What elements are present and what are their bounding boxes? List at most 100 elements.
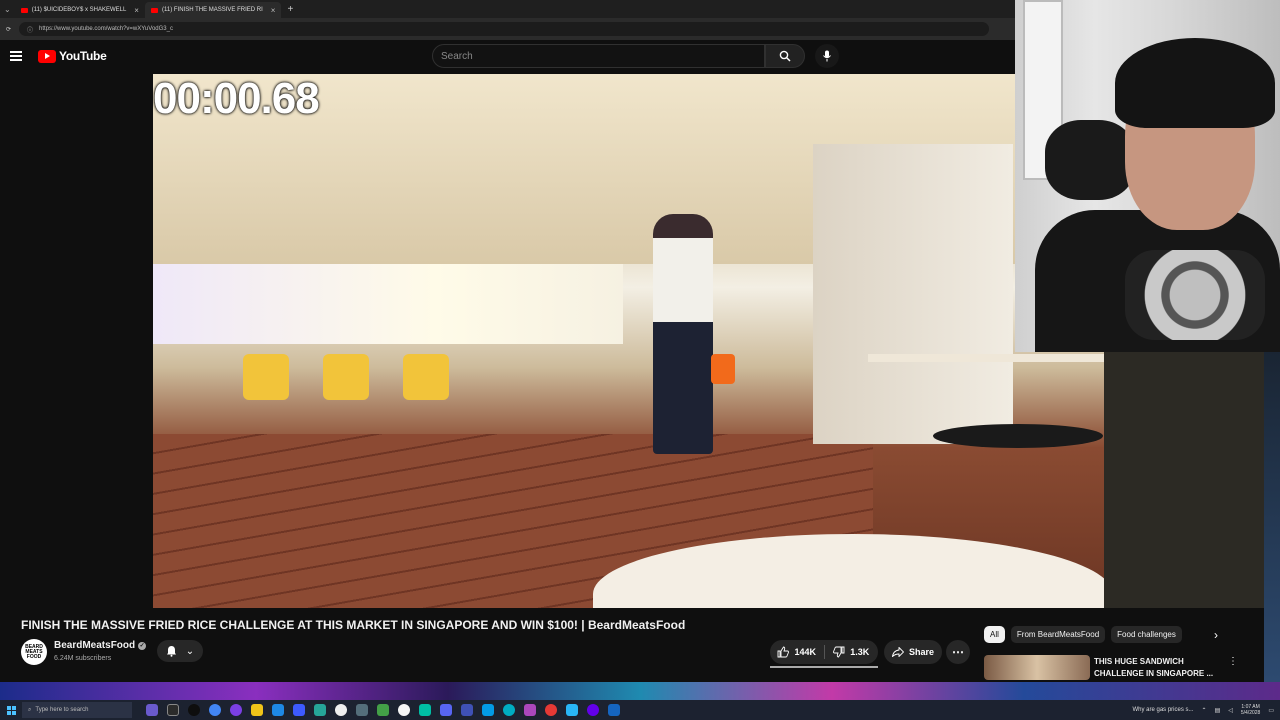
notification-bell-button[interactable]: ⌄ (157, 640, 203, 662)
chevron-up-icon[interactable]: ⌃ (1202, 707, 1207, 714)
app-icon[interactable] (482, 704, 494, 716)
youtube-favicon-icon (20, 7, 28, 13)
dislike-button[interactable]: 1.3K (825, 640, 879, 664)
video-scene-chair (323, 354, 369, 400)
taskbar-search[interactable]: ⌕ Type here to search (22, 702, 132, 718)
obs-icon[interactable] (335, 704, 347, 716)
app-icon[interactable] (461, 704, 473, 716)
app-icon[interactable] (293, 704, 305, 716)
like-dislike-group: 144K 1.3K (770, 640, 878, 664)
recommended-video-thumbnail[interactable] (984, 655, 1090, 680)
start-button[interactable] (0, 700, 22, 720)
youtube-logo-text: YouTube (59, 49, 107, 63)
channel-name[interactable]: BeardMeatsFood (54, 640, 135, 651)
youtube-logo[interactable]: YouTube (38, 49, 107, 63)
browser-tab-bar: ⌄ (11) $UICIDEBOY$ x SHAKEWELL × (11) FI… (0, 0, 1015, 18)
thumbs-up-icon (778, 646, 790, 658)
video-scene-pillar (813, 144, 1013, 444)
app-icon[interactable] (524, 704, 536, 716)
taskbar-pinned-apps (146, 704, 620, 716)
new-tab-icon[interactable]: + (287, 4, 293, 15)
windows-logo-icon (6, 705, 16, 715)
chrome-icon[interactable] (209, 704, 221, 716)
side-panel-background (1104, 352, 1264, 608)
task-view-icon[interactable] (146, 704, 158, 716)
thumbs-down-icon (833, 646, 845, 658)
widgets-icon[interactable] (167, 704, 179, 716)
voice-search-button[interactable] (815, 44, 839, 68)
app-icon[interactable] (503, 704, 515, 716)
video-scene-person (653, 214, 713, 454)
reload-icon[interactable]: ⟳ (6, 26, 11, 33)
taskbar-search-placeholder: Type here to search (35, 707, 89, 713)
search-button[interactable] (765, 44, 805, 68)
discord-icon[interactable] (440, 704, 452, 716)
like-count: 144K (794, 647, 816, 657)
taskbar-clock[interactable]: 1:07 AM 5/4/2028 (1241, 704, 1260, 716)
app-icon[interactable] (188, 704, 200, 716)
tab-label: (11) FINISH THE MASSIVE FRIED RI (161, 7, 263, 13)
edge-icon[interactable] (272, 704, 284, 716)
close-tab-icon[interactable]: × (271, 6, 276, 15)
app-icon[interactable] (587, 704, 599, 716)
video-scene-stool (933, 424, 1103, 448)
url-text: https://www.youtube.com/watch?v=wXYuVodG… (39, 26, 173, 32)
search-input[interactable]: Search (432, 44, 765, 68)
recommended-more-vertical-icon[interactable]: ⋮ (1228, 656, 1238, 667)
recommendation-chips: All From BeardMeatsFood Food challenges (984, 624, 1234, 644)
webcam-shirt-print (1125, 250, 1265, 340)
video-player[interactable]: 00:00.68 (153, 74, 1104, 608)
app-icon[interactable] (566, 704, 578, 716)
browser-tab-1[interactable]: (11) $UICIDEBOY$ x SHAKEWELL × (15, 2, 145, 18)
like-ratio-bar (770, 666, 878, 668)
file-explorer-icon[interactable] (251, 704, 263, 716)
recommended-video-title[interactable]: THIS HUGE SANDWICH CHALLENGE IN SINGAPOR… (1094, 656, 1224, 680)
address-bar-row: ⟳ ⓘ https://www.youtube.com/watch?v=wXYu… (0, 18, 1015, 40)
steam-icon[interactable] (608, 704, 620, 716)
dislike-count: 1.3K (850, 647, 870, 657)
browser-tab-2[interactable]: (11) FINISH THE MASSIVE FRIED RI × (144, 2, 282, 18)
chevron-down-icon: ⌄ (185, 645, 195, 657)
volume-icon[interactable]: ◁ (1228, 707, 1233, 714)
network-icon[interactable]: ▤ (1215, 707, 1221, 714)
chips-next-chevron-icon[interactable]: › (1214, 628, 1218, 642)
microphone-icon (823, 50, 831, 62)
chip-food-challenges[interactable]: Food challenges (1111, 625, 1182, 643)
youtube-play-icon (38, 49, 56, 63)
tab-list-chevron-icon[interactable]: ⌄ (0, 5, 15, 14)
verified-check-icon: ✓ (138, 641, 147, 650)
app-icon[interactable] (545, 704, 557, 716)
youtube-favicon-icon (150, 7, 158, 13)
windows-taskbar: ⌕ Type here to search Why are gas prices… (0, 700, 1280, 720)
search-icon: ⌕ (28, 706, 32, 713)
app-icon[interactable] (314, 704, 326, 716)
webcam-background-bike (1045, 120, 1135, 200)
app-icon[interactable] (356, 704, 368, 716)
close-tab-icon[interactable]: × (134, 6, 139, 15)
share-button[interactable]: Share (884, 640, 942, 664)
app-icon[interactable] (230, 704, 242, 716)
hamburger-menu-icon[interactable] (10, 51, 22, 61)
site-info-icon[interactable]: ⓘ (27, 25, 33, 34)
news-widget[interactable]: Why are gas prices s... (1133, 707, 1194, 713)
video-title: FINISH THE MASSIVE FRIED RICE CHALLENGE … (21, 618, 686, 632)
like-button[interactable]: 144K (770, 640, 824, 664)
chip-all[interactable]: All (984, 625, 1005, 643)
app-icon[interactable] (398, 704, 410, 716)
channel-name-row: BeardMeatsFood ✓ (54, 640, 147, 651)
window-edge (1264, 352, 1280, 682)
share-label: Share (908, 647, 934, 657)
chip-from-channel[interactable]: From BeardMeatsFood (1010, 625, 1106, 643)
search-icon (779, 50, 791, 62)
address-bar[interactable]: ⓘ https://www.youtube.com/watch?v=wXYuVo… (19, 22, 990, 36)
notifications-icon[interactable]: ▭ (1268, 707, 1274, 714)
channel-avatar[interactable]: BEARD MEATS FOOD (21, 639, 47, 665)
app-icon[interactable] (419, 704, 431, 716)
video-scene-window (153, 264, 623, 344)
clock-date: 5/4/2028 (1240, 710, 1261, 716)
app-icon[interactable] (377, 704, 389, 716)
more-actions-button[interactable]: ⋯ (946, 640, 970, 664)
system-tray: Why are gas prices s... ⌃ ▤ ◁ 1:07 AM 5/… (1133, 700, 1275, 720)
bell-icon (166, 646, 176, 657)
webcam-person-hair (1115, 38, 1275, 128)
